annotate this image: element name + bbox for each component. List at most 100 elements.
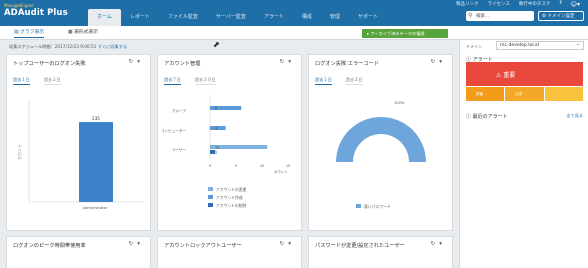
bar-administrator (79, 122, 113, 202)
domain-label: ドメイン (466, 44, 482, 49)
panel-account-management: アカウント管理 ↻▾ 過去７日 過去３０日 グループ コンピューター ユーザー … (157, 54, 302, 231)
tab-last-1-day[interactable]: 過去１日 (315, 77, 332, 85)
panel-title: アカウントロックアウトユーザー (164, 243, 242, 249)
legend-label-bad-password: 悪いパスワード (364, 204, 391, 209)
panel-controls[interactable]: ↻▾ (280, 59, 295, 65)
panel-title: パスワードが変更/設定されたユーザー (315, 243, 405, 249)
nav-tab-support[interactable]: サポート (349, 9, 387, 26)
nav-tab-server-audit[interactable]: サーバー監査 (207, 9, 255, 26)
trouble-alerts-tile[interactable]: 障害 (466, 87, 504, 101)
tab-last-7-days[interactable]: 過去７日 (164, 77, 181, 85)
panel-account-lockout-users: アカウントロックアウトユーザー ↻▾ (157, 236, 302, 268)
x-tick-administrator: Administrator (83, 206, 108, 210)
tab-last-1-day[interactable]: 過去１日 (13, 77, 30, 85)
chevron-down-icon: ⌄ (576, 42, 580, 47)
search-placeholder: 検索... (476, 14, 490, 19)
donut-slice-bad-password (336, 117, 426, 162)
bar-1-1 (210, 126, 226, 130)
tab-last-2-days[interactable]: 過去２日 (345, 77, 363, 85)
legend-label-create: アカウント作成 (216, 195, 243, 200)
nav-tab-admin[interactable]: 管理 (321, 9, 349, 26)
graph-view-label: グラフ表示 (20, 30, 45, 35)
collection-schedule: 収集スケジュール時間：2017/12/23 9:00:51 すぐに収集する (9, 44, 127, 50)
panel-controls[interactable]: ↻▾ (431, 59, 446, 65)
user-avatar-icon[interactable]: ☺▾ (571, 1, 580, 8)
table-view-tab[interactable]: ▦ 表形式表示 (68, 28, 98, 35)
y-axis-label: カウント (16, 144, 22, 160)
graph-view-tab[interactable]: ▤ グラフ表示 (14, 28, 45, 38)
panel-tabs: 過去１日 過去２日 (13, 77, 61, 85)
top-links: 製品リンク ライセンス 数行中のタスク ? (456, 1, 562, 7)
x-axis-label: カウント (274, 169, 289, 174)
panel-title: ログオンのピーク時間帯使用率 (13, 243, 86, 249)
product-name: ADAudit Plus (4, 8, 68, 18)
panel-title: トップユーザーのログオン失敗 (13, 61, 86, 67)
critical-label: 重要 (503, 72, 516, 79)
category-computer: コンピューター (161, 128, 187, 133)
view-all-alerts-link[interactable]: 全て見る (566, 113, 583, 119)
product-links-link[interactable]: 製品リンク (456, 1, 479, 7)
notice-alerts-tile[interactable] (545, 87, 583, 101)
license-link[interactable]: ライセンス (487, 1, 509, 7)
nav-tab-alerts[interactable]: アラート (255, 9, 293, 26)
nav-tab-home[interactable]: ホーム (88, 9, 121, 26)
search-icon: ⚲ (468, 12, 473, 19)
domain-select-value: mc.develop.local (500, 43, 539, 48)
main-nav: ホーム レポート ファイル監査 サーバー監査 アラート 構成 管理 サポート (88, 9, 387, 26)
logon-failure-bar-chart: カウント 235 Administrator (16, 100, 145, 210)
recent-alerts-heading: ⓘ 最近のアラート (466, 114, 508, 120)
bar-value-label: 3 (215, 127, 217, 131)
panel-tabs: 過去７日 過去３０日 (164, 77, 216, 85)
search-input[interactable]: ⚲ 検索... (466, 11, 534, 21)
domain-select[interactable]: mc.develop.local ⌄ (496, 41, 584, 50)
panel-logon-failure-error-codes: ログオン失敗 エラーコード ↻▾ 過去１日 過去２日 100% 悪いパスワード (308, 54, 453, 231)
archive-permission-button[interactable]: ▸ アーカイブ済みデータの権限 (362, 29, 448, 38)
category-user: ユーザー (172, 147, 187, 152)
bar-value-label: 235 (92, 116, 100, 121)
legend-swatch-delete (208, 203, 213, 207)
account-management-bar-chart: グループ コンピューター ユーザー カウント 6 3 111 0 5 10 15 アカウン… (161, 95, 290, 208)
nav-tab-reports[interactable]: レポート (121, 9, 159, 26)
nav-tab-config[interactable]: 構成 (293, 9, 321, 26)
x-tick-label: 0 (209, 164, 211, 168)
running-tasks-link[interactable]: 数行中のタスク (519, 1, 551, 7)
chart-legend: アカウントの変更 アカウント作成 アカウントの削除 (208, 187, 247, 208)
panel-controls[interactable]: ↻▾ (280, 241, 295, 247)
panel-controls[interactable]: ↻▾ (129, 59, 144, 65)
tab-last-30-days[interactable]: 過去３０日 (194, 77, 216, 85)
panel-top-user-logon-failures: トップユーザーのログオン失敗 ↻▾ 過去１日 過去２日 カウント 235 Adm… (6, 54, 151, 231)
panel-title: ログオン失敗 エラーコード (315, 61, 379, 67)
right-sidebar: ドメイン mc.develop.local ⌄ ⓘ アラート ⚠ 重要 障害 注… (459, 40, 588, 268)
x-tick-label: 10 (260, 164, 264, 168)
category-group: グループ (172, 108, 187, 113)
help-icon[interactable]: ? (559, 1, 562, 7)
panel-controls[interactable]: ↻▾ (129, 241, 144, 247)
archive-permission-label: アーカイブ済みデータの権限 (370, 31, 425, 36)
domain-settings-button[interactable]: ⚙ ドメイン設定 (538, 11, 584, 21)
nav-tab-file-audit[interactable]: ファイル監査 (159, 9, 207, 26)
x-tick-label: 15 (286, 164, 290, 168)
trouble-label: 障害 (476, 92, 484, 96)
tab-last-2-days[interactable]: 過去２日 (43, 77, 61, 85)
panel-tabs: 過去１日 過去２日 (315, 77, 363, 85)
app-logo[interactable]: ManageEngine ADAudit Plus (4, 3, 68, 18)
collect-now-link[interactable]: すぐに収集する (98, 44, 127, 49)
schedule-text: 収集スケジュール時間：2017/12/23 9:00:51 (9, 44, 97, 49)
attention-label: 注意 (515, 92, 523, 96)
x-ticks-group: 0 5 10 15 (209, 164, 290, 168)
legend-label-modify: アカウントの変更 (216, 187, 247, 192)
critical-alerts-tile[interactable]: ⚠ 重要 (466, 62, 583, 86)
panel-logon-peak-usage: ログオンのピーク時間帯使用率 ↻▾ (6, 236, 151, 268)
panel-title: アカウント管理 (164, 61, 201, 67)
table-view-label: 表形式表示 (74, 30, 99, 35)
top-bar: ManageEngine ADAudit Plus ホーム レポート ファイル監… (0, 0, 588, 26)
attention-alerts-tile[interactable]: 注意 (505, 87, 544, 101)
x-tick-label: 5 (235, 164, 237, 168)
mouse-cursor-icon: ⬈ (213, 40, 220, 49)
bar-value-label: 1 (215, 151, 217, 155)
bar-value-label: 11 (215, 146, 219, 150)
slice-percent-label: 100% (394, 101, 405, 105)
legend-swatch-modify (208, 187, 213, 191)
panel-password-changed-users: パスワードが変更/設定されたユーザー ↻▾ (308, 236, 453, 268)
panel-controls[interactable]: ↻▾ (431, 241, 446, 247)
